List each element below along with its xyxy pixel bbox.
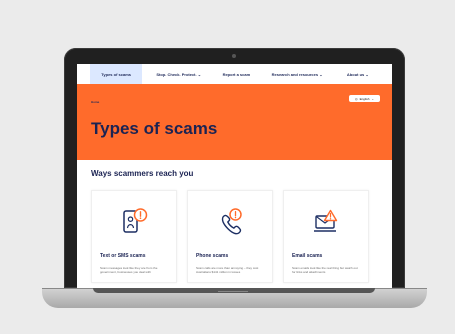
nav-item-stop-check-protect[interactable]: Stop. Check. Protect. ⌄ (156, 64, 201, 84)
laptop-display: Types of scams Stop. Check. Protect. ⌄ R… (64, 48, 405, 288)
screenshot-stage: Types of scams Stop. Check. Protect. ⌄ R… (0, 0, 455, 334)
nav-item-research-and-resources[interactable]: Research and resources ⌄ (272, 64, 323, 84)
card-description: Scam messages look like they are from th… (100, 265, 158, 274)
page-title: Types of scams (91, 119, 218, 138)
nav-item-report-a-scam[interactable]: Report a scam (215, 64, 257, 84)
camera-icon (232, 54, 236, 58)
card-title: Email scams (292, 253, 323, 259)
scam-card-list: Text or SMS scams Scam messages look lik… (91, 190, 378, 283)
card-email-scams[interactable]: Email scams Scam emails look like the re… (283, 190, 369, 283)
card-title: Phone scams (196, 253, 229, 259)
language-selector[interactable]: ◎ English ⌄ (349, 95, 380, 102)
card-description: Scam emails look like the real thing but… (292, 265, 358, 274)
top-navigation: Types of scams Stop. Check. Protect. ⌄ R… (77, 64, 392, 84)
text-message-scam-icon (100, 200, 168, 244)
nav-item-types-of-scams[interactable]: Types of scams (90, 64, 143, 84)
phone-scam-icon (196, 200, 264, 244)
trackpad-indicator (218, 291, 248, 292)
card-description: Scam calls are more than annoying – they… (196, 265, 259, 274)
section-title: Ways scammers reach you (91, 169, 194, 178)
chevron-down-icon: ⌄ (371, 96, 374, 101)
email-scam-icon (292, 200, 360, 244)
browser-screen: Types of scams Stop. Check. Protect. ⌄ R… (77, 64, 392, 288)
breadcrumb[interactable]: Home (91, 100, 99, 104)
card-title: Text or SMS scams (100, 253, 146, 259)
globe-icon: ◎ (355, 96, 358, 101)
card-text-or-sms-scams[interactable]: Text or SMS scams Scam messages look lik… (91, 190, 177, 283)
hero-banner: Home ◎ English ⌄ Types of scams (77, 84, 392, 160)
nav-item-about-us[interactable]: About us ⌄ (337, 64, 379, 84)
language-label: English (359, 96, 370, 101)
card-phone-scams[interactable]: Phone scams Scam calls are more than ann… (187, 190, 273, 283)
laptop-base (42, 288, 427, 308)
main-content: Ways scammers reach you Text or SMS scam… (77, 160, 392, 288)
